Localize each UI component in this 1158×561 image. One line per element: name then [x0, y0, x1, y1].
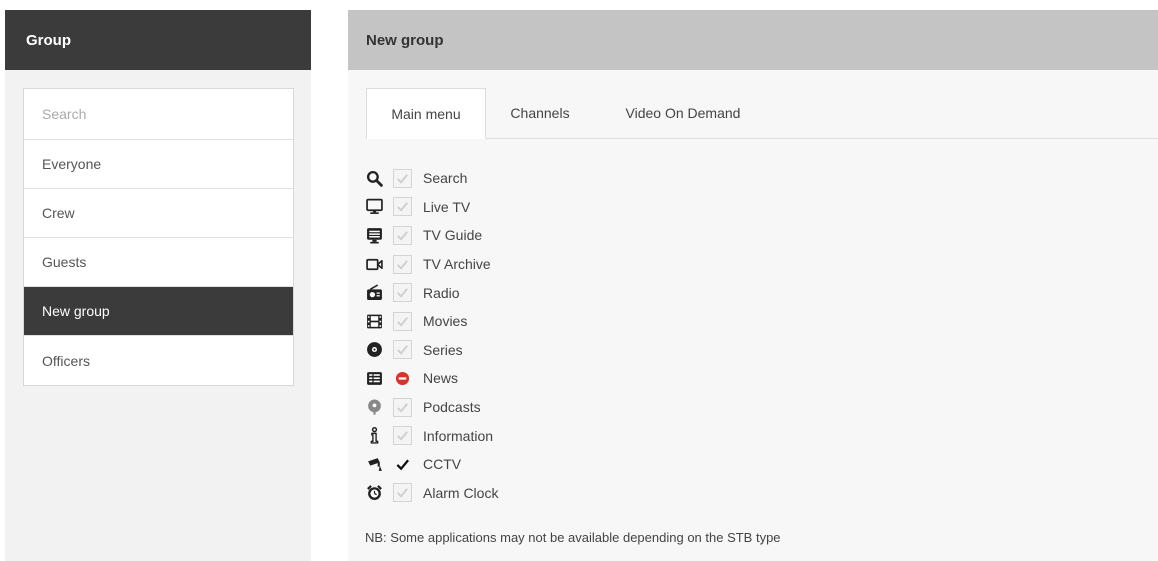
- page-title: New group: [348, 10, 1158, 70]
- tab-channels[interactable]: Channels: [490, 88, 590, 138]
- group-item-new-group[interactable]: New group: [24, 287, 293, 336]
- app-label: Radio: [423, 284, 460, 301]
- app-label: Podcasts: [423, 399, 481, 416]
- main-panel: New group Main menu Channels Video On De…: [348, 10, 1158, 561]
- app-label: TV Archive: [423, 256, 491, 273]
- newspaper-icon: [363, 367, 385, 389]
- app-row-podcasts: Podcasts: [363, 393, 498, 422]
- checkbox-alarm-clock[interactable]: [393, 483, 412, 503]
- search-box: [24, 89, 293, 140]
- app-label: Movies: [423, 313, 468, 330]
- info-icon: [363, 425, 385, 447]
- checkbox-tv-archive[interactable]: [393, 254, 412, 274]
- app-row-tv-guide: TV Guide: [363, 221, 498, 250]
- cctv-icon: [363, 453, 385, 475]
- app-label: Search: [423, 170, 468, 187]
- stb-note: NB: Some applications may not be availab…: [365, 530, 781, 545]
- tab-video-on-demand[interactable]: Video On Demand: [600, 88, 766, 138]
- group-item-officers[interactable]: Officers: [24, 336, 293, 385]
- app-row-news: News: [363, 364, 498, 393]
- app-label: Information: [423, 427, 494, 444]
- checkbox-live-tv[interactable]: [393, 197, 412, 217]
- app-list: Search Live TV TV Guide TV Archive Radio Movi…: [363, 164, 498, 507]
- tv-guide-icon: [363, 224, 385, 246]
- checkbox-movies[interactable]: [393, 311, 412, 331]
- checkbox-series[interactable]: [393, 340, 412, 360]
- radio-icon: [363, 282, 385, 304]
- app-row-movies: Movies: [363, 307, 498, 336]
- checkbox-cctv[interactable]: [393, 455, 412, 474]
- app-row-alarm-clock: Alarm Clock: [363, 479, 498, 508]
- disc-icon: [363, 339, 385, 361]
- checkbox-radio[interactable]: [393, 283, 412, 303]
- app-row-tv-archive: TV Archive: [363, 250, 498, 279]
- group-item-guests[interactable]: Guests: [24, 238, 293, 287]
- blocked-toggle-news[interactable]: [393, 369, 412, 388]
- group-list: EveryoneCrewGuestsNew groupOfficers: [23, 88, 294, 386]
- app-label: CCTV: [423, 456, 462, 473]
- app-label: TV Guide: [423, 227, 483, 244]
- app-label: Series: [423, 341, 463, 358]
- search-icon: [363, 167, 385, 189]
- group-panel-title: Group: [5, 10, 311, 70]
- checkbox-podcasts[interactable]: [393, 397, 412, 417]
- checkbox-tv-guide[interactable]: [393, 225, 412, 245]
- group-item-everyone[interactable]: Everyone: [24, 140, 293, 189]
- app-row-search: Search: [363, 164, 498, 193]
- app-row-live-tv: Live TV: [363, 193, 498, 222]
- search-input[interactable]: [42, 106, 242, 122]
- app-label: Live TV: [423, 198, 471, 215]
- app-label: Alarm Clock: [423, 484, 499, 501]
- podcast-icon: [363, 396, 385, 418]
- monitor-icon: [363, 196, 385, 218]
- tab-main-menu[interactable]: Main menu: [366, 88, 486, 139]
- group-panel: Group EveryoneCrewGuestsNew groupOfficer…: [5, 10, 311, 561]
- app-row-series: Series: [363, 336, 498, 365]
- alarm-clock-icon: [363, 482, 385, 504]
- tab-bar: Main menu Channels Video On Demand: [366, 88, 1158, 139]
- film-icon: [363, 310, 385, 332]
- app-row-cctv: CCTV: [363, 450, 498, 479]
- app-row-information: Information: [363, 421, 498, 450]
- app-label: News: [423, 370, 459, 387]
- group-item-crew[interactable]: Crew: [24, 189, 293, 238]
- checkbox-search[interactable]: [393, 168, 412, 188]
- app-row-radio: Radio: [363, 278, 498, 307]
- checkbox-information[interactable]: [393, 426, 412, 446]
- video-camera-icon: [363, 253, 385, 275]
